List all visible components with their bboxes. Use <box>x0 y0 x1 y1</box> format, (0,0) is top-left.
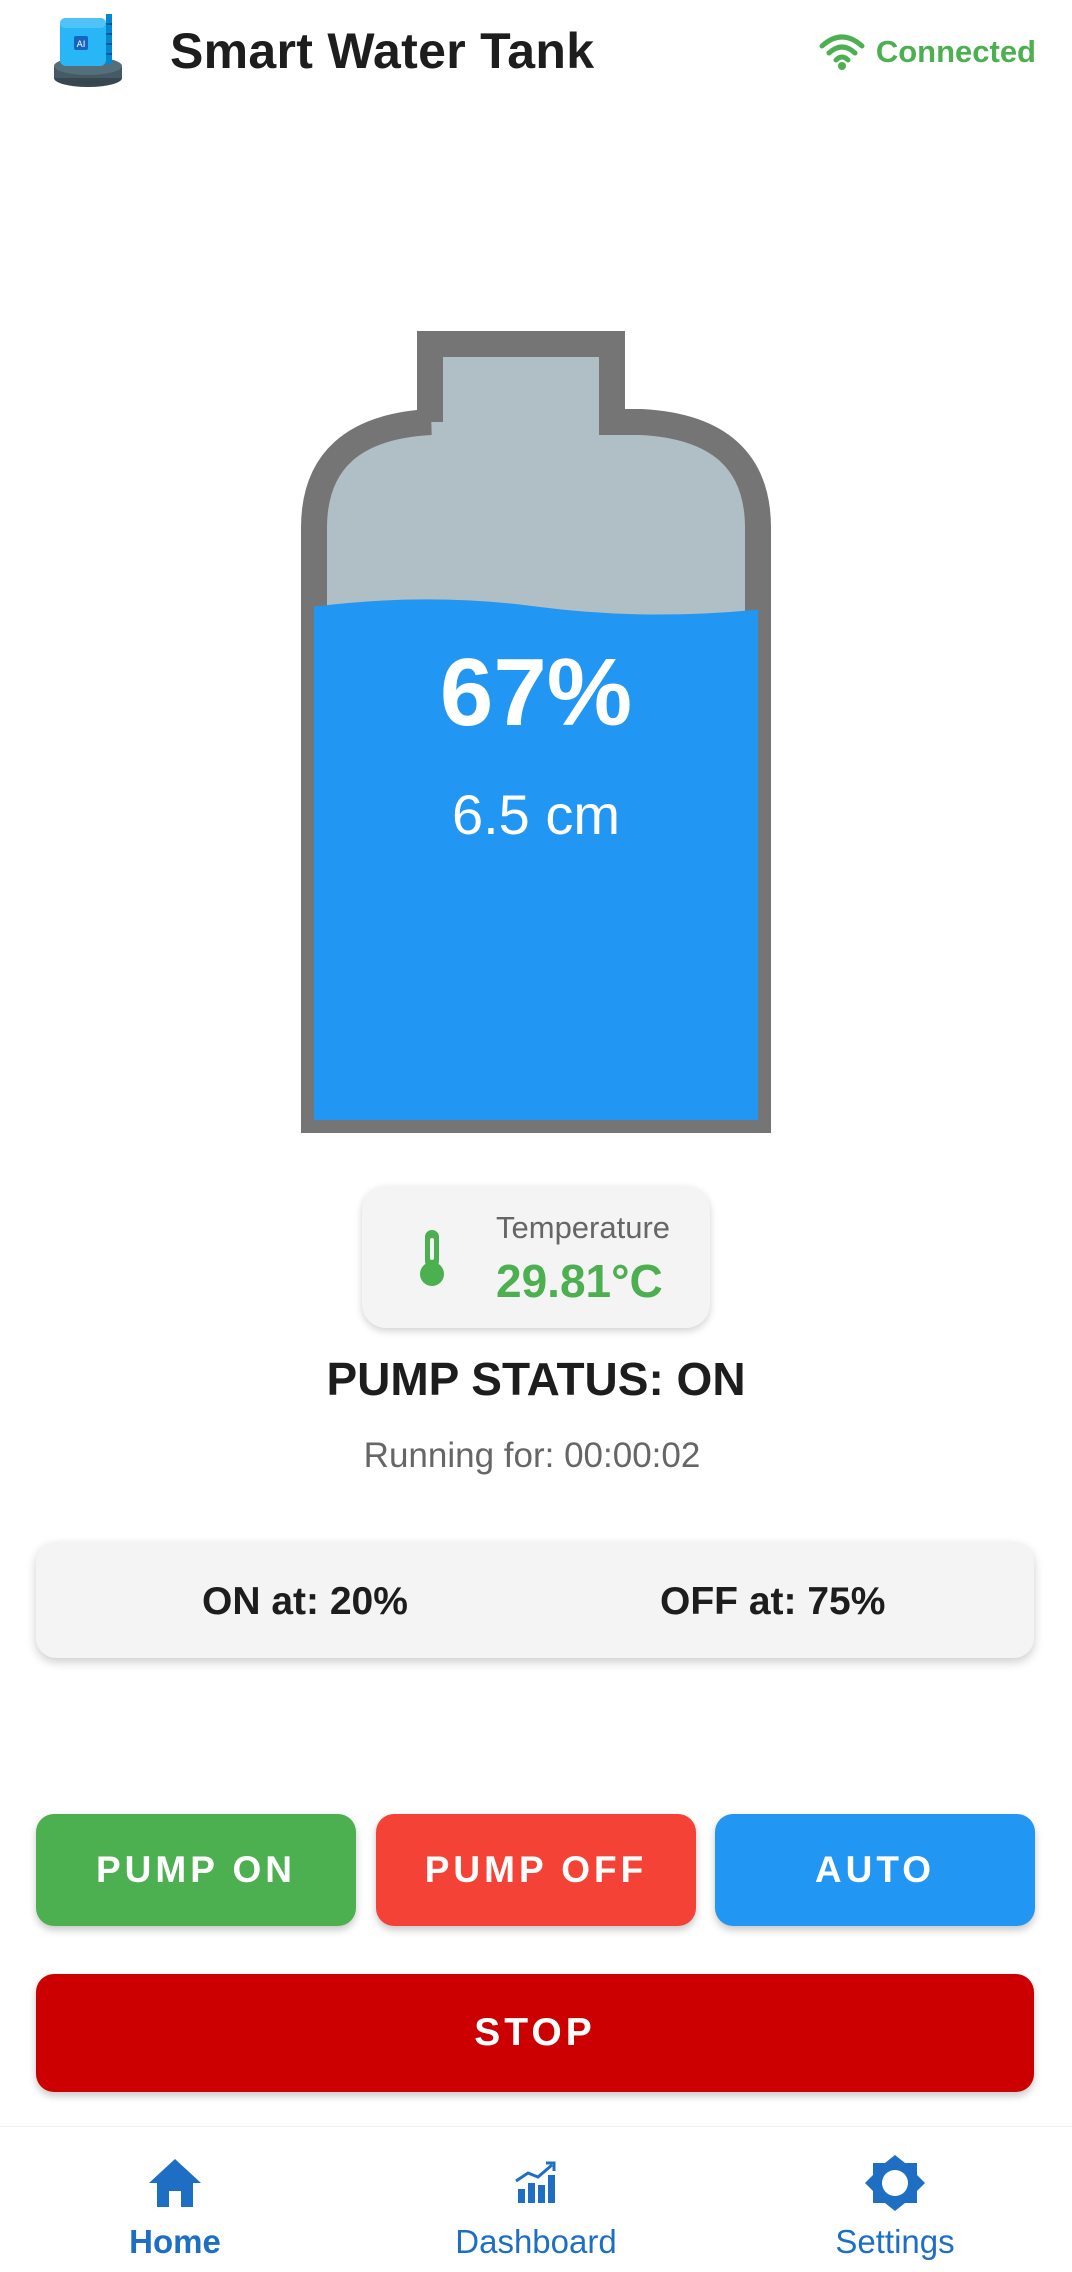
off-threshold: OFF at: 75% <box>660 1580 886 1623</box>
dashboard-icon <box>515 2161 556 2203</box>
app-title: Smart Water Tank <box>170 23 595 79</box>
settings-icon <box>865 2155 925 2211</box>
auto-button[interactable]: AUTO <box>715 1814 1035 1926</box>
wifi-icon <box>819 34 865 70</box>
temperature-value: 29.81°C <box>496 1255 663 1307</box>
stop-button[interactable]: STOP <box>36 1974 1034 2092</box>
temperature-card: Temperature 29.81°C <box>362 1186 710 1328</box>
thermometer-icon <box>420 1230 444 1286</box>
level-percent: 67% <box>439 639 633 746</box>
pump-status: PUMP STATUS: ON <box>326 1353 746 1405</box>
temperature-label: Temperature <box>496 1210 671 1245</box>
threshold-card: ON at: 20% OFF at: 75% <box>36 1542 1034 1658</box>
nav-settings-label: Settings <box>835 2223 955 2260</box>
nav-home[interactable]: Home <box>45 2127 305 2272</box>
connection-label: Connected <box>875 34 1036 69</box>
nav-home-label: Home <box>129 2223 221 2260</box>
nav-dashboard-label: Dashboard <box>455 2223 617 2260</box>
connection-status: Connected <box>818 32 1036 72</box>
pump-off-button[interactable]: PUMP OFF <box>376 1814 696 1926</box>
pump-on-button[interactable]: PUMP ON <box>36 1814 356 1926</box>
home-icon <box>149 2159 201 2207</box>
pump-runtime: Running for: 00:00:02 <box>363 1436 701 1475</box>
water-tank-icon: AI <box>54 14 122 87</box>
on-threshold: ON at: 20% <box>202 1580 408 1623</box>
bottom-navigation: Home Dashboard Settings <box>0 2126 1072 2272</box>
svg-text:AI: AI <box>77 40 86 50</box>
nav-settings[interactable]: Settings <box>765 2127 1025 2272</box>
app-header: AI Smart Water Tank Connected <box>0 0 1072 120</box>
nav-dashboard[interactable]: Dashboard <box>406 2127 666 2272</box>
level-depth: 6.5 cm <box>451 783 621 846</box>
